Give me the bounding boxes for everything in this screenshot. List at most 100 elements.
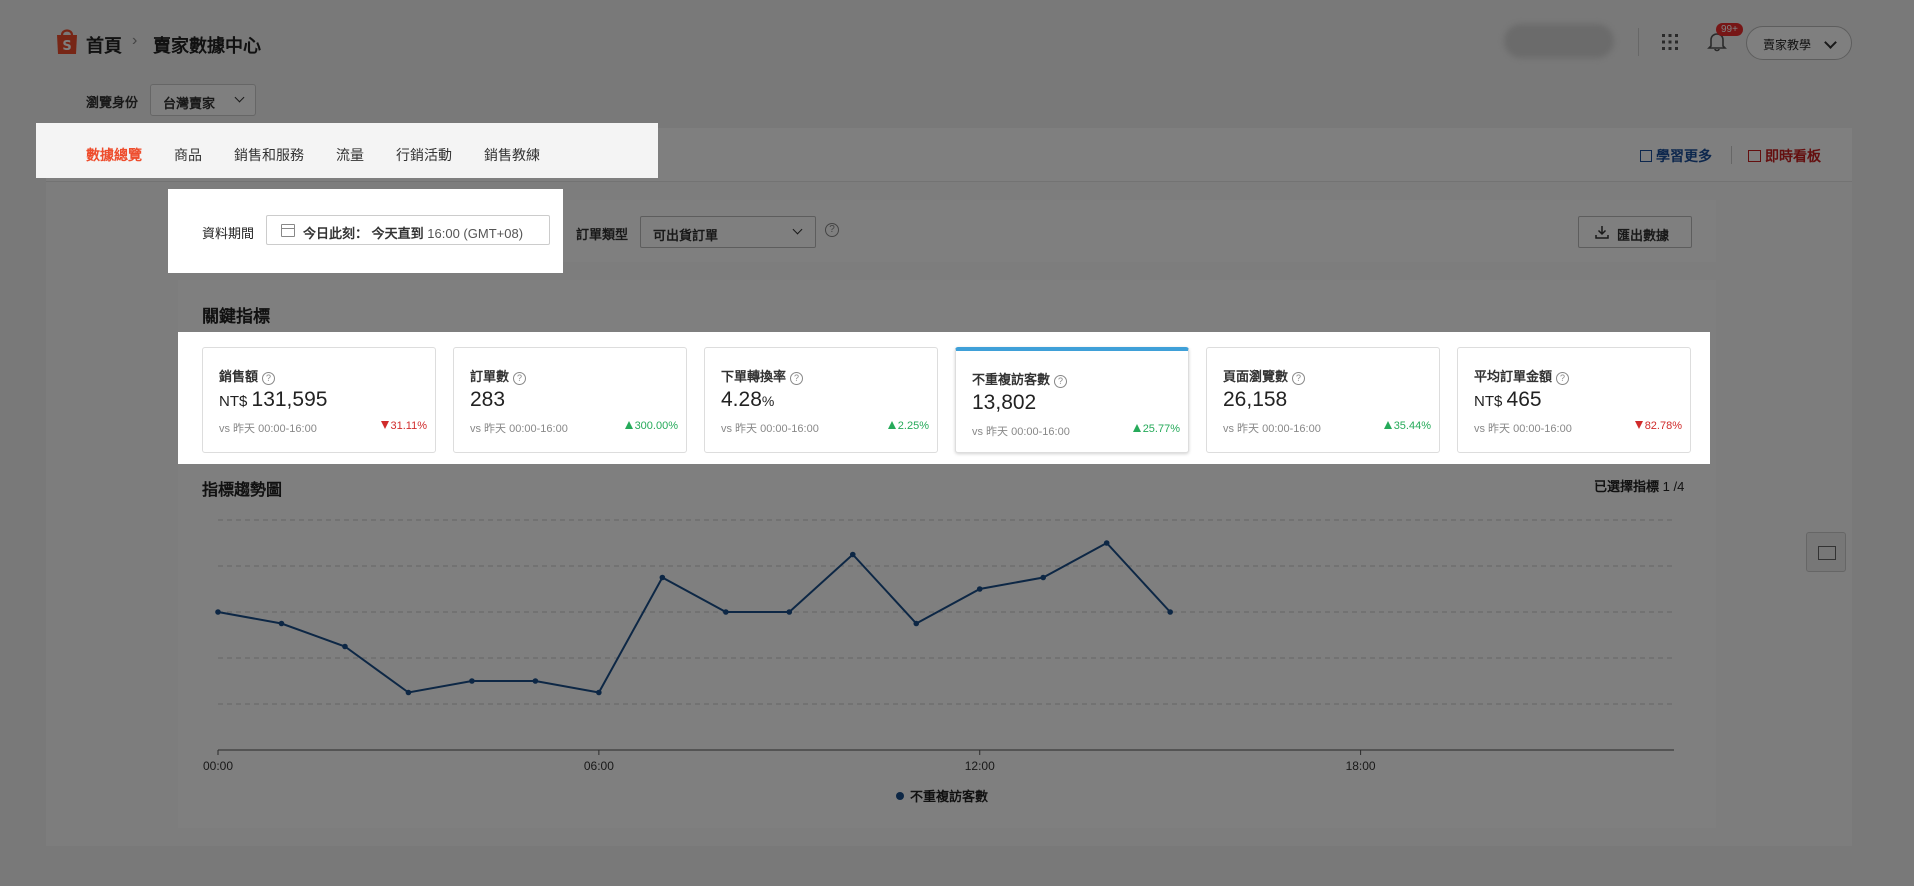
data-point[interactable] — [342, 643, 348, 650]
metric-card[interactable]: 平均訂單金額? NT$ 465 vs 昨天 00:00-16:00 82.78% — [1457, 347, 1691, 453]
metric-change-value: 25.77% — [1142, 423, 1180, 435]
order-type-select[interactable]: 可出貨訂單 — [640, 216, 816, 248]
seller-tutorial-button[interactable]: 賣家教學 — [1746, 26, 1852, 60]
book-icon — [1640, 150, 1652, 162]
top-bar: S 首頁 › 賣家數據中心 99+ 賣家教學 — [46, 18, 1852, 68]
metric-compare: vs 昨天 00:00-16:00 — [721, 423, 819, 435]
learn-more-link[interactable]: 學習更多 — [1640, 146, 1712, 166]
metric-value-number: 26,158 — [1223, 388, 1288, 411]
metric-value: 26,158 — [1223, 388, 1287, 412]
metric-change-value: 2.25% — [897, 420, 929, 432]
tab-sales-service[interactable]: 銷售和服務 — [234, 145, 304, 165]
help-icon[interactable]: ? — [825, 223, 839, 237]
metric-value-suffix: % — [761, 393, 775, 409]
triangle-up-icon — [1383, 421, 1392, 429]
metric-compare: vs 昨天 00:00-16:00 — [972, 426, 1070, 438]
period-prefix: 今日此刻： — [303, 226, 369, 241]
metric-change-value: 35.44% — [1393, 420, 1431, 432]
metric-name: 平均訂單金額? — [1474, 366, 1570, 385]
identity-value: 台灣賣家 — [163, 96, 216, 111]
breadcrumb-home[interactable]: 首頁 — [86, 32, 122, 58]
metric-card[interactable]: 銷售額? NT$ 131,595 vs 昨天 00:00-16:00 31.11% — [202, 347, 436, 453]
data-period-group: 資料期間 今日此刻： 今天直到 16:00 (GMT+08) — [168, 189, 563, 273]
chevron-down-icon — [792, 224, 803, 235]
data-point[interactable] — [532, 678, 539, 684]
date-range-picker[interactable]: 今日此刻： 今天直到 16:00 (GMT+08) — [266, 215, 550, 245]
metric-value-prefix: NT$ — [219, 393, 252, 410]
metric-change: 25.77% — [1132, 423, 1180, 435]
breadcrumb-current: 賣家數據中心 — [153, 36, 261, 56]
tab-products[interactable]: 商品 — [174, 145, 202, 165]
metric-name-label: 訂單數 — [470, 369, 510, 384]
trend-chart-icon — [1748, 150, 1761, 162]
data-point[interactable] — [405, 689, 412, 696]
export-data-button[interactable]: 匯出數據 — [1578, 216, 1692, 248]
metric-change: 35.44% — [1383, 420, 1431, 432]
order-type-value: 可出貨訂單 — [653, 228, 719, 243]
metric-change-value: 300.00% — [634, 420, 678, 432]
metric-name-label: 銷售額 — [219, 369, 259, 384]
triangle-up-icon — [624, 421, 633, 429]
user-account-blurred[interactable] — [1504, 24, 1614, 58]
data-point[interactable] — [1103, 540, 1110, 546]
metric-name: 下單轉換率? — [721, 366, 804, 385]
help-icon[interactable]: ? — [1556, 372, 1570, 385]
data-point[interactable] — [469, 678, 475, 684]
metric-name: 銷售額? — [219, 366, 276, 385]
metric-name-label: 不重複訪客數 — [972, 372, 1051, 387]
trend-chart: 00:00 06:00 12:00 18:00 — [203, 519, 1674, 773]
metric-value: 4.28% — [721, 388, 774, 412]
tab-sales-coach[interactable]: 銷售教練 — [484, 145, 540, 165]
metric-value-number: 13,802 — [972, 391, 1037, 414]
notification-badge: 99+ — [1716, 23, 1743, 36]
live-board-link[interactable]: 即時看板 — [1748, 146, 1821, 166]
chart-legend[interactable]: 不重複訪客數 — [896, 786, 988, 805]
identity-select[interactable]: 台灣賣家 — [150, 84, 256, 116]
data-point[interactable] — [278, 620, 285, 627]
metric-card[interactable]: 下單轉換率? 4.28% vs 昨天 00:00-16:00 2.25% — [704, 347, 938, 453]
floating-message-button[interactable] — [1806, 532, 1846, 572]
data-point[interactable] — [976, 586, 983, 592]
metric-value-number: 465 — [1506, 388, 1542, 411]
help-icon[interactable]: ? — [1054, 375, 1068, 388]
apps-grid-icon[interactable] — [1660, 32, 1680, 52]
help-icon[interactable]: ? — [262, 372, 276, 385]
data-point[interactable] — [1167, 609, 1173, 615]
metric-change: 300.00% — [624, 420, 678, 432]
selected-metrics-count: 已選擇指標 1 /4 — [1594, 476, 1684, 495]
data-point[interactable] — [659, 574, 666, 581]
data-point[interactable] — [1040, 574, 1047, 581]
data-point[interactable] — [913, 620, 920, 627]
series-line — [217, 541, 1171, 694]
metric-card[interactable]: 頁面瀏覽數? 26,158 vs 昨天 00:00-16:00 35.44% — [1206, 347, 1440, 453]
metric-value-number: 4.28 — [721, 388, 762, 411]
learn-more-label: 學習更多 — [1656, 148, 1712, 164]
data-point[interactable] — [596, 689, 602, 696]
triangle-down-icon — [380, 421, 389, 429]
export-data-label: 匯出數據 — [1617, 228, 1670, 243]
help-icon[interactable]: ? — [513, 372, 527, 385]
metric-card[interactable]: 不重複訪客數? 13,802 vs 昨天 00:00-16:00 25.77% — [955, 347, 1189, 453]
period-bold: 今天直到 — [371, 226, 424, 241]
svg-text:S: S — [62, 39, 71, 54]
metric-compare: vs 昨天 00:00-16:00 — [1474, 423, 1572, 435]
header-divider — [1638, 28, 1639, 56]
data-point[interactable] — [849, 551, 856, 558]
data-point[interactable] — [215, 609, 221, 615]
selected-metrics-value: 1 /4 — [1662, 479, 1685, 494]
data-point[interactable] — [723, 609, 729, 615]
tab-data-overview[interactable]: 數據總覽 — [86, 145, 142, 165]
tab-marketing[interactable]: 行銷活動 — [396, 145, 452, 165]
download-icon — [1595, 226, 1609, 239]
metric-card[interactable]: 訂單數? 283 vs 昨天 00:00-16:00 300.00% — [453, 347, 687, 453]
x-tick-label: 00:00 — [203, 759, 233, 773]
data-point[interactable] — [786, 609, 793, 615]
metric-name-label: 下單轉換率 — [721, 369, 787, 384]
shopee-logo-icon[interactable]: S — [54, 26, 80, 56]
metric-compare: vs 昨天 00:00-16:00 — [470, 423, 568, 435]
triangle-up-icon — [1132, 424, 1141, 432]
metric-value-prefix: NT$ — [1474, 393, 1507, 410]
help-icon[interactable]: ? — [790, 372, 804, 385]
tab-traffic[interactable]: 流量 — [336, 145, 364, 165]
help-icon[interactable]: ? — [1292, 372, 1306, 385]
